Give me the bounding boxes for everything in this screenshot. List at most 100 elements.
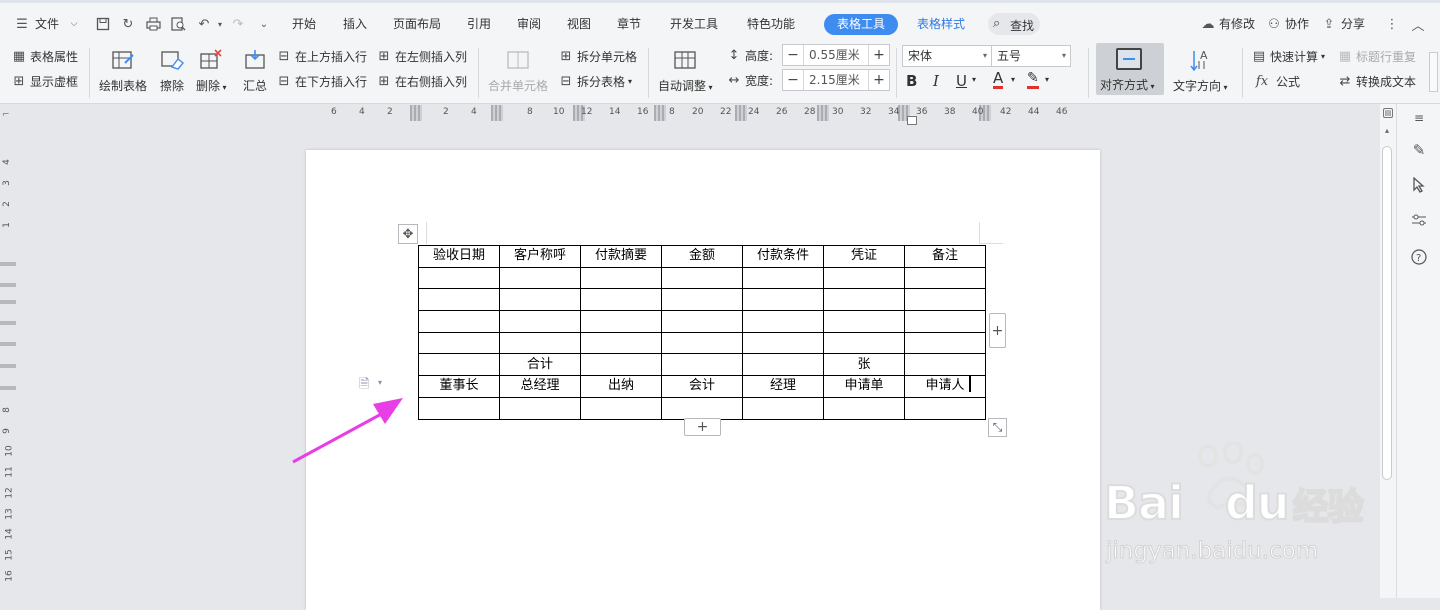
quick-calc-button[interactable]: ▤ 快速计算 ▾ (1251, 48, 1325, 65)
tab-view[interactable]: 视图 (567, 17, 591, 31)
select-pointer-icon[interactable] (1409, 175, 1429, 195)
table-cell[interactable] (904, 396, 986, 420)
table-cell[interactable]: 申请单 (823, 375, 905, 398)
increase-height-button[interactable]: + (869, 45, 889, 65)
underline-icon[interactable]: U (956, 72, 967, 90)
ruler-marker[interactable] (491, 105, 503, 121)
table-cell[interactable] (580, 331, 662, 355)
hamburger-menu-icon[interactable]: ☰ (14, 16, 30, 32)
split-cells-button[interactable]: ⊞ 拆分单元格 (558, 48, 637, 65)
add-row-button[interactable]: + (684, 418, 721, 436)
decrease-height-button[interactable]: − (783, 45, 803, 65)
width-value[interactable]: 2.15厘米 (803, 70, 869, 90)
table-cell[interactable] (823, 396, 905, 420)
tab-references[interactable]: 引用 (467, 17, 491, 31)
vertical-ruler[interactable]: 4 3 2 1 8 9 10 11 12 13 14 15 16 (0, 124, 18, 598)
scrollbar-thumb[interactable] (1382, 146, 1392, 480)
panel-menu-icon[interactable]: ≡ (1409, 108, 1429, 128)
ruler-marker[interactable] (817, 105, 829, 121)
table-cell[interactable]: 合计 (499, 353, 581, 377)
tab-features[interactable]: 特色功能 (747, 17, 795, 31)
table-cell[interactable]: 出纳 (580, 375, 662, 398)
table-cell[interactable] (742, 310, 824, 333)
table-cell[interactable]: 金额 (661, 245, 743, 268)
delete-button[interactable]: 删除 ▾ (196, 46, 227, 94)
table-cell[interactable] (418, 288, 500, 312)
table-cell[interactable] (661, 288, 743, 312)
repeat-header-button[interactable]: ▦ 标题行重复 (1337, 48, 1416, 65)
align-button[interactable]: 对齐方式 ▾ (1096, 43, 1164, 95)
edit-pen-icon[interactable]: ✎ (1409, 140, 1429, 160)
table-move-handle-icon[interactable]: ✥ (398, 224, 418, 244)
highlight-dropdown-icon[interactable]: ▾ (1045, 75, 1049, 84)
table-cell[interactable] (742, 396, 824, 420)
modified-status[interactable]: 有修改 (1219, 17, 1255, 31)
table-cell[interactable] (580, 353, 662, 377)
collaborate-button[interactable]: 协作 (1285, 17, 1309, 31)
split-table-button[interactable]: ⊟ 拆分表格 ▾ (558, 73, 632, 90)
table-cell[interactable] (823, 288, 905, 312)
tab-table-tools[interactable]: 表格工具 (824, 14, 898, 35)
insert-row-above-button[interactable]: ⊟ 在上方插入行 (276, 48, 367, 65)
table-cell[interactable] (742, 288, 824, 312)
summary-button[interactable]: 汇总 (241, 46, 269, 94)
table-cell[interactable] (661, 310, 743, 333)
underline-dropdown-icon[interactable]: ▾ (972, 75, 976, 84)
table-cell[interactable] (661, 266, 743, 290)
settings-sliders-icon[interactable] (1409, 210, 1429, 230)
table-cell[interactable] (904, 353, 986, 377)
tab-table-style[interactable]: 表格样式 (917, 17, 965, 31)
table-cell[interactable] (580, 288, 662, 312)
print-preview-icon[interactable] (170, 16, 186, 32)
collapse-ribbon-icon[interactable]: ︿ (1410, 16, 1426, 34)
table-cell[interactable] (661, 353, 743, 377)
bold-icon[interactable]: B (906, 72, 917, 90)
share-button[interactable]: 分享 (1341, 17, 1365, 31)
table-cell[interactable] (499, 288, 581, 312)
tab-start[interactable]: 开始 (292, 17, 316, 31)
table-cell[interactable]: 客户称呼 (499, 245, 581, 268)
table-cell[interactable] (580, 396, 662, 420)
ruler-marker[interactable] (410, 105, 422, 121)
table-cell[interactable]: 会计 (661, 375, 743, 398)
tab-developer[interactable]: 开发工具 (670, 17, 718, 31)
customize-toolbar-icon[interactable]: ⌄ (256, 16, 272, 32)
convert-to-text-button[interactable]: ⇄ 转换成文本 (1337, 73, 1416, 90)
ruler-marker[interactable] (654, 105, 666, 121)
table-cell[interactable] (904, 310, 986, 333)
more-options-icon[interactable]: ⋮ (1384, 16, 1400, 32)
file-menu[interactable]: 文件 (35, 17, 59, 31)
font-size-select[interactable]: 五号 ▾ (991, 45, 1071, 67)
horizontal-ruler[interactable]: ⌐ 6 4 2 2 4 8 10 12 14 16 8 20 22 24 26 … (0, 104, 1380, 125)
ribbon-scroll[interactable] (1429, 52, 1438, 92)
table-cell[interactable] (661, 396, 743, 420)
show-gridlines-button[interactable]: ⊞ 显示虚框 (11, 73, 78, 90)
erase-button[interactable]: 擦除 (158, 46, 186, 94)
table-cell[interactable] (823, 310, 905, 333)
table-cell[interactable] (742, 266, 824, 290)
table-cell[interactable] (661, 331, 743, 355)
table-cell[interactable] (904, 266, 986, 290)
table-cell[interactable]: 张 (823, 353, 905, 377)
table-cell[interactable]: 付款条件 (742, 245, 824, 268)
font-name-select[interactable]: 宋体 ▾ (902, 45, 992, 67)
increase-width-button[interactable]: + (869, 70, 889, 90)
help-icon[interactable]: ? (1409, 247, 1429, 267)
search-box[interactable]: ⌕ 查找 (988, 13, 1040, 35)
table-cell[interactable] (418, 310, 500, 333)
table-cell[interactable] (499, 396, 581, 420)
width-stepper[interactable]: − 2.15厘米 + (782, 69, 890, 91)
table-cell[interactable]: 经理 (742, 375, 824, 398)
scroll-top-icon[interactable]: ▤ (1383, 108, 1393, 118)
insert-col-left-button[interactable]: ⊞ 在左侧插入列 (376, 48, 467, 65)
table-cell[interactable] (499, 331, 581, 355)
table-cell[interactable] (742, 331, 824, 355)
font-color-dropdown-icon[interactable]: ▾ (1011, 75, 1015, 84)
height-value[interactable]: 0.55厘米 (803, 45, 869, 65)
undo-dropdown-icon[interactable]: ▾ (212, 16, 228, 32)
insert-col-right-button[interactable]: ⊞ 在右侧插入列 (376, 73, 467, 90)
table-cell[interactable]: 备注 (904, 245, 986, 268)
tab-chapter[interactable]: 章节 (617, 17, 641, 31)
tab-review[interactable]: 审阅 (517, 17, 541, 31)
table-cell[interactable] (742, 353, 824, 377)
